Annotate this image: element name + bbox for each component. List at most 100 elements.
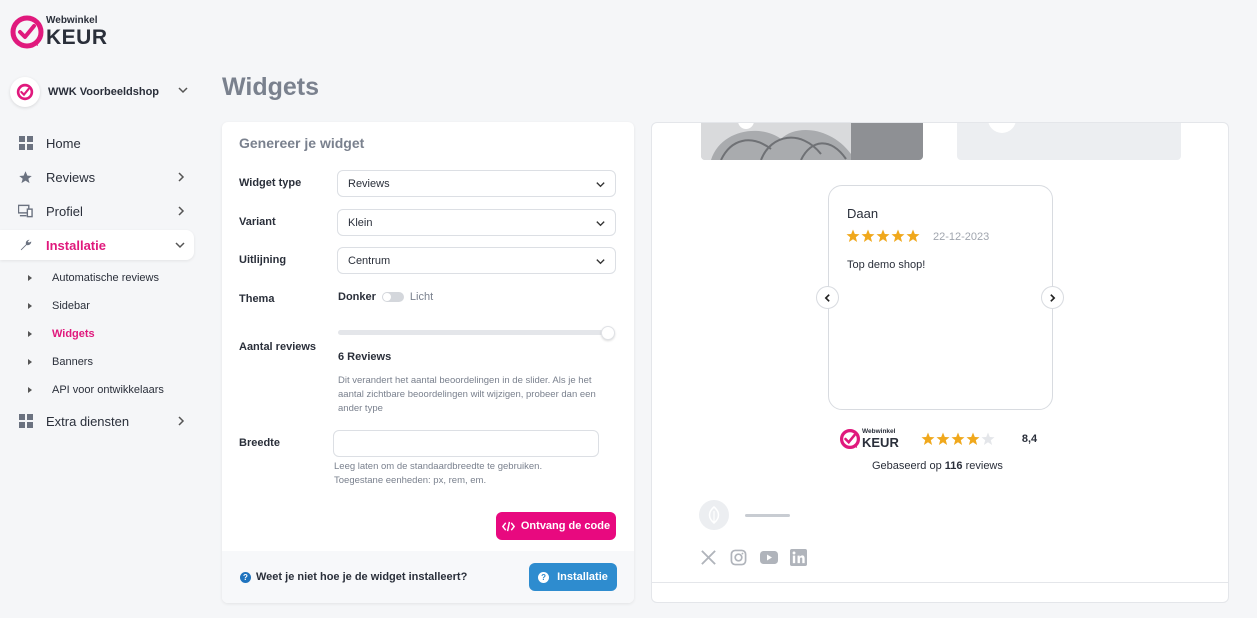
sidebar-item-label: Home <box>46 135 81 151</box>
widget-type-label: Widget type <box>239 177 302 189</box>
widget-type-select[interactable]: Reviews <box>337 170 616 197</box>
chevron-right-icon <box>1050 293 1056 302</box>
sidebar-subitem-api[interactable]: API voor ontwikkelaars <box>0 376 205 404</box>
card-footer: ? Weet je niet hoe je de widget installe… <box>222 551 634 603</box>
product-image <box>701 123 923 160</box>
chevron-down-icon <box>178 87 188 94</box>
width-input[interactable] <box>333 430 599 457</box>
theme-toggle-row: Donker Licht <box>338 291 433 303</box>
sidebar-subitem-widgets[interactable]: Widgets <box>0 320 205 348</box>
question-icon: ? <box>538 571 550 583</box>
count-label: Aantal reviews <box>239 341 317 353</box>
chevron-right-icon <box>178 416 185 426</box>
grid-icon <box>18 414 33 429</box>
youtube-icon[interactable] <box>759 548 778 567</box>
select-value: Centrum <box>348 254 391 267</box>
star-icon <box>18 170 33 185</box>
footer-placeholder-line <box>745 514 790 517</box>
reviewer-name: Daan <box>847 206 879 221</box>
review-stars <box>846 229 922 243</box>
based-count: 116 <box>944 460 963 472</box>
review-text: Top demo shop! <box>847 259 926 271</box>
sidebar-item-profiel[interactable]: Profiel <box>0 196 194 226</box>
sidebar-subitem-automatische-reviews[interactable]: Automatische reviews <box>0 264 205 292</box>
shop-selector[interactable]: WWK Voorbeeldshop <box>10 76 195 108</box>
webwinkelkeur-mark-icon <box>839 428 861 450</box>
chevron-right-icon <box>178 172 185 182</box>
x-icon[interactable] <box>699 548 718 567</box>
page-title: Widgets <box>222 73 319 101</box>
sidebar-item-label: Profiel <box>46 203 83 219</box>
variant-select[interactable]: Klein <box>337 209 616 236</box>
shop-name: WWK Voorbeeldshop <box>48 86 160 98</box>
theme-toggle[interactable] <box>381 292 404 302</box>
based-prefix: Gebaseerd op <box>872 460 942 472</box>
count-slider-handle[interactable] <box>601 326 615 340</box>
leaf-icon <box>708 506 720 524</box>
caret-right-icon <box>28 303 32 309</box>
logo-big-text: KEUR <box>46 26 108 49</box>
alignment-select[interactable]: Centrum <box>337 247 616 274</box>
sidebar-item-home[interactable]: Home <box>0 128 194 158</box>
shop-footer-avatar <box>699 500 729 530</box>
select-value: Reviews <box>348 177 390 190</box>
subitem-label: Banners <box>52 356 93 368</box>
card-title: Genereer je widget <box>239 135 365 151</box>
theme-label: Thema <box>239 293 275 305</box>
caret-right-icon <box>28 387 32 393</box>
get-code-label: Ontvang de code <box>520 520 611 532</box>
count-slider-track[interactable] <box>338 330 610 335</box>
sidebar-item-extra-diensten[interactable]: Extra diensten <box>0 406 194 436</box>
review-card: Daan 22-12-2023 Top demo shop! <box>828 185 1053 410</box>
caret-right-icon <box>28 275 32 281</box>
sidebar-item-reviews[interactable]: Reviews <box>0 162 194 192</box>
width-help-2: Toegestane eenheden: px, rem, em. <box>334 475 487 486</box>
sidebar-item-installatie[interactable]: Installatie <box>0 230 194 260</box>
theme-dark-label: Donker <box>338 291 376 303</box>
chevron-down-icon <box>596 182 605 188</box>
subitem-label: API voor ontwikkelaars <box>52 384 164 396</box>
count-help-text: Dit verandert het aantal beoordelingen i… <box>338 375 596 414</box>
review-date: 22-12-2023 <box>933 231 990 243</box>
sidebar-subitem-banners[interactable]: Banners <box>0 348 205 376</box>
installation-button[interactable]: ? Installatie <box>529 563 617 591</box>
question-icon: ? <box>240 571 251 583</box>
linkedin-icon[interactable] <box>789 548 808 567</box>
product-image-placeholder <box>957 123 1181 160</box>
preview-divider <box>652 582 1228 583</box>
sidebar-subitem-sidebar[interactable]: Sidebar <box>0 292 205 320</box>
chevron-right-icon <box>178 206 185 216</box>
logo-mark-icon <box>10 15 44 49</box>
instagram-icon[interactable] <box>729 548 748 567</box>
widget-generator-card: Genereer je widget Widget type Reviews V… <box>222 122 634 603</box>
rating-summary: Webwinkel KEUR 8,4 <box>839 428 1037 450</box>
theme-light-label: Licht <box>409 291 434 303</box>
slider-prev-button[interactable] <box>816 286 839 309</box>
subitem-label: Automatische reviews <box>52 272 159 284</box>
sidebar-nav: Home Reviews Profiel Installatie Automat… <box>0 128 205 440</box>
chevron-down-icon <box>596 259 605 265</box>
rating-stars <box>921 432 996 446</box>
code-icon <box>501 521 515 531</box>
caret-right-icon <box>28 331 32 337</box>
select-value: Klein <box>348 216 373 229</box>
widget-preview: Daan 22-12-2023 Top demo shop! Webwinkel… <box>651 122 1229 603</box>
width-help-1: Leeg laten om de standaardbreedte te geb… <box>334 461 543 472</box>
get-code-button[interactable]: Ontvang de code <box>496 512 616 540</box>
sidebar-item-label: Extra diensten <box>46 413 130 429</box>
widget-logo-big: KEUR <box>862 434 899 450</box>
chevron-down-icon <box>175 242 185 249</box>
shop-logo-icon <box>16 83 34 101</box>
slider-next-button[interactable] <box>1041 286 1064 309</box>
variant-label: Variant <box>239 216 276 228</box>
devices-icon <box>18 204 33 219</box>
webwinkelkeur-logo[interactable]: Webwinkel KEUR <box>10 15 108 49</box>
wrench-icon <box>18 238 33 253</box>
sidebar-item-label: Installatie <box>46 237 106 253</box>
toggle-knob <box>382 293 391 301</box>
based-suffix: reviews <box>965 460 1003 472</box>
chevron-left-icon <box>824 293 830 302</box>
count-value: 6 Reviews <box>338 351 392 363</box>
installation-label: Installatie <box>557 571 608 583</box>
grid-icon <box>18 136 33 151</box>
